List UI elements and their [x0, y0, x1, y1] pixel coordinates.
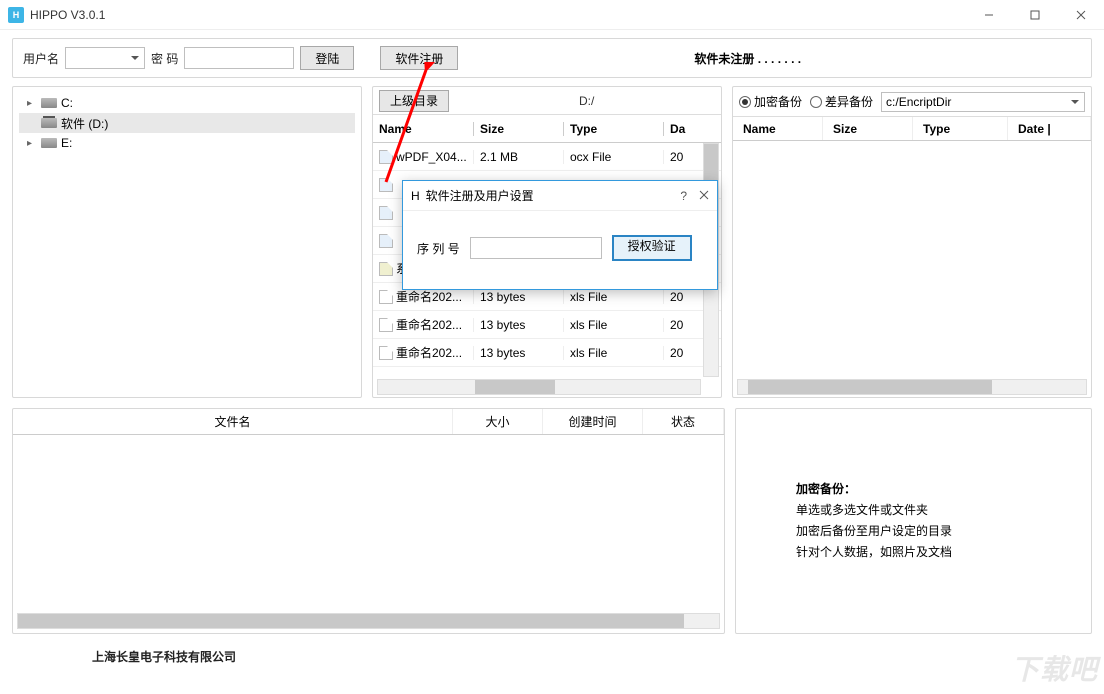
help-line: 针对个人数据，如照片及文档: [796, 545, 952, 559]
watermark: 下载吧: [1011, 648, 1098, 688]
tree-item-c[interactable]: ▸ C:: [19, 93, 355, 113]
current-path: D:/: [579, 94, 594, 108]
col-state[interactable]: 状态: [643, 409, 724, 434]
window-title: HIPPO V3.0.1: [30, 8, 105, 22]
file-name: wPDF_X04...: [396, 150, 467, 164]
tree-label: 软件 (D:): [61, 115, 108, 132]
drive-icon: [41, 98, 57, 108]
help-line: 加密后备份至用户设定的目录: [796, 524, 952, 538]
dialog-help-button[interactable]: ?: [680, 189, 687, 203]
file-date: 20: [663, 150, 703, 164]
col-name[interactable]: Name: [373, 122, 473, 136]
app-icon: H: [8, 7, 24, 23]
file-type: xls File: [563, 290, 663, 304]
register-dialog: H 软件注册及用户设置 ? 序 列 号 授权验证: [402, 180, 718, 290]
file-size: 13 bytes: [473, 346, 563, 360]
help-line: 单选或多选文件或文件夹: [796, 503, 928, 517]
login-panel: 用户名 密 码 登陆 软件注册 软件未注册 . . . . . . .: [12, 38, 1092, 78]
radio-diff-backup[interactable]: 差异备份: [810, 93, 873, 110]
col-size[interactable]: Size: [823, 117, 913, 140]
dialog-title: 软件注册及用户设置: [426, 187, 534, 204]
dialog-titlebar[interactable]: H 软件注册及用户设置 ?: [403, 181, 717, 211]
expand-icon[interactable]: ▸: [27, 138, 37, 149]
serial-input[interactable]: [470, 237, 602, 259]
col-name[interactable]: Name: [733, 117, 823, 140]
file-size: 13 bytes: [473, 290, 563, 304]
col-type[interactable]: Type: [563, 122, 663, 136]
file-icon: [379, 178, 393, 192]
drive-icon: [41, 138, 57, 148]
tree-label: C:: [61, 96, 73, 110]
password-label: 密 码: [151, 50, 178, 67]
file-hscrollbar[interactable]: [377, 379, 701, 395]
file-row[interactable]: wPDF_X04... 2.1 MBocx File20: [373, 143, 721, 171]
col-file[interactable]: 文件名: [13, 409, 453, 434]
login-button[interactable]: 登陆: [300, 46, 354, 70]
username-label: 用户名: [23, 50, 59, 67]
file-size: 2.1 MB: [473, 150, 563, 164]
serial-label: 序 列 号: [417, 240, 460, 257]
file-icon: [379, 346, 393, 360]
file-icon: [379, 290, 393, 304]
register-status: 软件未注册 . . . . . . .: [694, 50, 801, 67]
maximize-button[interactable]: [1012, 0, 1058, 30]
col-date[interactable]: Da: [663, 122, 703, 136]
file-name: 重命名202...: [396, 288, 462, 305]
file-icon: [379, 234, 393, 248]
radio-encrypt-backup[interactable]: 加密备份: [739, 93, 802, 110]
backup-dir-combo[interactable]: c:/EncriptDir: [881, 92, 1085, 112]
up-directory-button[interactable]: 上级目录: [379, 90, 449, 112]
file-size: 13 bytes: [473, 318, 563, 332]
file-date: 20: [663, 290, 703, 304]
status-hscrollbar[interactable]: [17, 613, 720, 629]
backup-hscrollbar[interactable]: [737, 379, 1087, 395]
tree-item-e[interactable]: ▸ E:: [19, 133, 355, 153]
backup-panel: 加密备份 差异备份 c:/EncriptDir Name Size Type D…: [732, 86, 1092, 398]
password-input[interactable]: [184, 47, 294, 69]
col-size[interactable]: Size: [473, 122, 563, 136]
drive-icon: [41, 118, 57, 128]
help-title: 加密备份：: [796, 482, 856, 496]
file-row[interactable]: 重命名202... 13 bytesxls File20: [373, 339, 721, 367]
expand-icon[interactable]: ▸: [27, 98, 37, 109]
status-table-header: 文件名 大小 创建时间 状态: [13, 409, 724, 435]
file-type: xls File: [563, 346, 663, 360]
file-table-header: Name Size Type Da: [373, 115, 721, 143]
file-icon: [379, 206, 393, 220]
drive-tree-panel: ▸ C: ▸ 软件 (D:) ▸ E:: [12, 86, 362, 398]
tree-item-d[interactable]: ▸ 软件 (D:): [19, 113, 355, 133]
footer-company: 上海长皇电子科技有限公司: [12, 634, 1092, 665]
tree-label: E:: [61, 136, 72, 150]
app-icon: H: [411, 189, 420, 203]
file-icon: [379, 318, 393, 332]
file-row[interactable]: 重命名202... 13 bytesxls File20: [373, 311, 721, 339]
file-icon: [379, 262, 393, 276]
col-type[interactable]: Type: [913, 117, 1008, 140]
minimize-button[interactable]: [966, 0, 1012, 30]
status-panel: 文件名 大小 创建时间 状态: [12, 408, 725, 634]
file-date: 20: [663, 346, 703, 360]
file-name: 重命名202...: [396, 316, 462, 333]
file-name: 重命名202...: [396, 344, 462, 361]
dialog-close-button[interactable]: [699, 189, 709, 203]
window-titlebar: H HIPPO V3.0.1: [0, 0, 1104, 30]
help-panel: 加密备份： 单选或多选文件或文件夹 加密后备份至用户设定的目录 针对个人数据，如…: [735, 408, 1092, 634]
file-type: ocx File: [563, 150, 663, 164]
file-type: xls File: [563, 318, 663, 332]
file-icon: [379, 150, 393, 164]
col-date[interactable]: Date |: [1008, 117, 1091, 140]
backup-table-header: Name Size Type Date |: [733, 117, 1091, 141]
col-size[interactable]: 大小: [453, 409, 543, 434]
close-button[interactable]: [1058, 0, 1104, 30]
register-button[interactable]: 软件注册: [380, 46, 458, 70]
verify-button[interactable]: 授权验证: [612, 235, 692, 261]
file-date: 20: [663, 318, 703, 332]
col-created[interactable]: 创建时间: [543, 409, 643, 434]
username-combo[interactable]: [65, 47, 145, 69]
